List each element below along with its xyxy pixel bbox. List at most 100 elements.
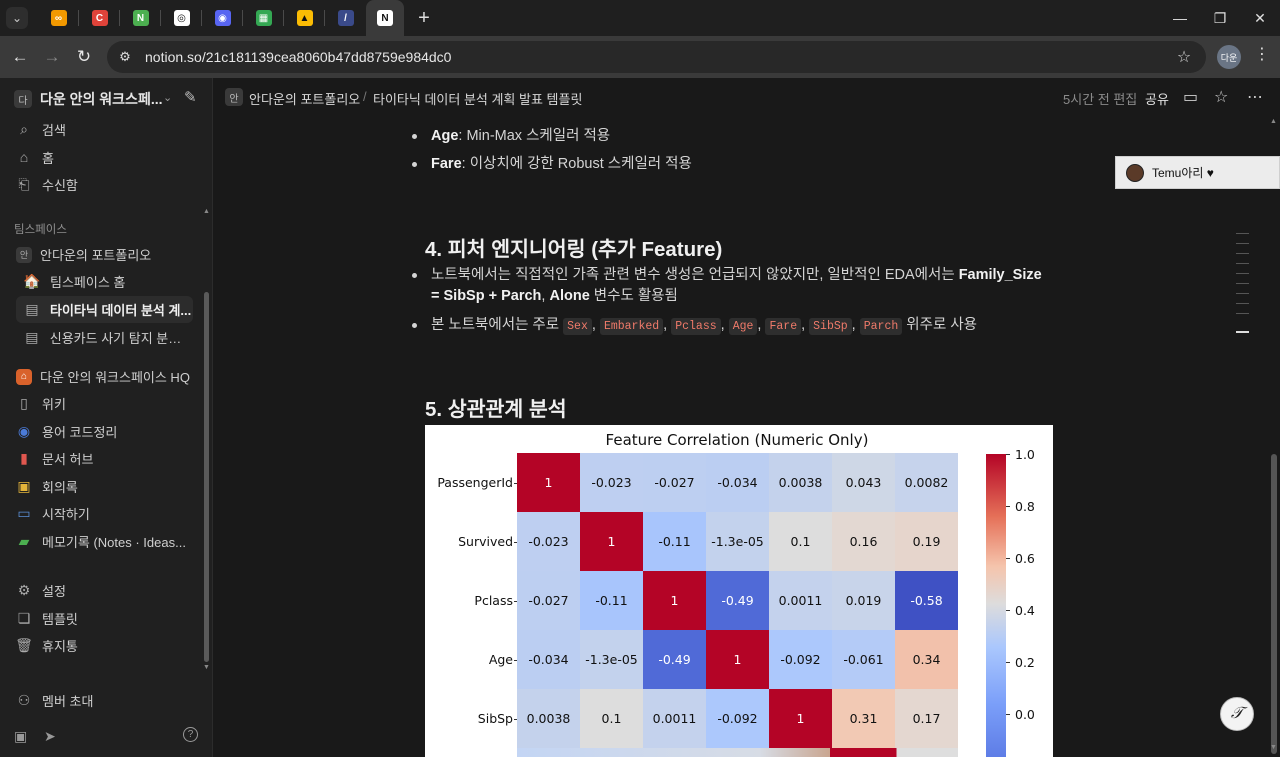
- home-page-icon: 🏠: [23, 273, 41, 289]
- sidebar-item-teamspace[interactable]: 안 안다운의 포트폴리오: [8, 241, 193, 268]
- last-edited: 5시간 전 편집: [1063, 92, 1138, 107]
- site-info-icon[interactable]: ⚙: [113, 45, 137, 69]
- heatmap-cell: -0.034: [517, 630, 580, 689]
- more-options-icon[interactable]: ⋯: [1247, 87, 1263, 107]
- browser-tab[interactable]: N: [366, 0, 404, 36]
- address-bar[interactable]: ⚙ notion.so/21c181139cea8060b47dd8759e98…: [107, 41, 1206, 73]
- reload-icon[interactable]: ↻: [68, 41, 100, 73]
- minimize-icon[interactable]: —: [1160, 0, 1200, 36]
- browser-tab[interactable]: ◎: [161, 0, 202, 36]
- sidebar-item[interactable]: 🏠 팀스페이스 홈: [16, 268, 193, 295]
- sidebar-item[interactable]: ⌂ 홈: [8, 144, 193, 171]
- bullet-text: : Min-Max 스케일러 적용: [458, 128, 611, 144]
- browser-tab[interactable]: ∞: [38, 0, 79, 36]
- outline-marker-active[interactable]: [1236, 331, 1249, 333]
- book-icon: ▯: [20, 395, 28, 411]
- outline-marker[interactable]: [1236, 273, 1249, 274]
- outline-marker[interactable]: [1236, 313, 1249, 314]
- profile-avatar[interactable]: 다운: [1217, 45, 1241, 69]
- sidebar-item[interactable]: 🗑 휴지통: [8, 632, 193, 659]
- sidebar-item-label: 타이타닉 데이터 분석 계...: [50, 303, 192, 318]
- sidebar-item[interactable]: ⎗ 수신함: [8, 171, 193, 198]
- scroll-up-icon[interactable]: ▲: [1270, 118, 1277, 125]
- browser-tab[interactable]: ◉: [202, 0, 243, 36]
- sidebar-item-label: 문서 허브: [42, 452, 94, 467]
- calendar-icon: ▣: [17, 477, 31, 494]
- new-tab-button[interactable]: +: [410, 4, 438, 32]
- sidebar-item[interactable]: ▮ 문서 허브: [8, 445, 193, 472]
- workspace-switcher[interactable]: 다 다운 안의 워크스페... ⌄ ✎: [8, 86, 205, 112]
- sidebar-item[interactable]: ❏ 템플릿: [8, 605, 193, 632]
- sidebar-item[interactable]: ⚙ 설정: [8, 577, 193, 604]
- heatmap-cell: 0.0038: [769, 453, 832, 512]
- heatmap-cell: -0.023: [517, 512, 580, 571]
- new-page-icon[interactable]: ✎: [184, 88, 197, 106]
- workspace-badge: 다: [14, 90, 32, 108]
- sidebar-item-label: 안다운의 포트폴리오: [40, 248, 152, 263]
- comment-bubble[interactable]: Temu아리 ♥: [1115, 156, 1280, 189]
- close-icon[interactable]: ✕: [1240, 0, 1280, 36]
- share-button[interactable]: 공유: [1145, 89, 1169, 108]
- breadcrumb-teamspace[interactable]: 안다운의 포트폴리오: [249, 89, 360, 108]
- browser-tab[interactable]: ▦: [243, 0, 284, 36]
- help-icon[interactable]: ?: [183, 727, 198, 742]
- back-icon[interactable]: ←: [4, 41, 36, 73]
- sidebar-scrollbar[interactable]: ▲ ▼: [203, 208, 210, 671]
- page-icon: ▤: [25, 329, 39, 345]
- outline-marker[interactable]: [1236, 283, 1249, 284]
- comments-icon[interactable]: ▭: [1183, 87, 1198, 107]
- sidebar-item[interactable]: ▤ 신용카드 사기 탐지 분석 ...: [16, 324, 193, 351]
- calendar-icon[interactable]: ▣: [14, 728, 27, 745]
- breadcrumb-page[interactable]: 타이타닉 데이터 분석 계획 발표 템플릿: [373, 89, 582, 108]
- sidebar-item[interactable]: ⌕ 검색: [8, 116, 193, 143]
- outline-marker[interactable]: [1236, 293, 1249, 294]
- browser-tab[interactable]: ▲: [284, 0, 325, 36]
- bullet-text: 본 노트북에서는 주로: [431, 317, 564, 333]
- browser-tab[interactable]: C: [79, 0, 120, 36]
- send-icon[interactable]: ➤: [44, 728, 56, 745]
- chevron-down-icon[interactable]: ⌄: [163, 91, 172, 104]
- tab-search-dropdown-icon[interactable]: ⌄: [6, 7, 28, 29]
- page-scroll-thumb[interactable]: [1271, 454, 1277, 754]
- sidebar-item[interactable]: ▤ 타이타닉 데이터 분석 계...: [16, 296, 193, 323]
- url-text[interactable]: notion.so/21c181139cea8060b47dd8759e984d…: [145, 49, 451, 65]
- sidebar-item-invite[interactable]: ⚇ 멤버 초대: [8, 687, 193, 714]
- browser-tab[interactable]: N: [120, 0, 161, 36]
- comma-separator: ,: [720, 317, 729, 333]
- restore-icon[interactable]: ❐: [1200, 0, 1240, 36]
- sidebar-item[interactable]: ▭ 시작하기: [8, 500, 193, 527]
- favorite-star-icon[interactable]: ☆: [1214, 87, 1228, 107]
- sidebar-item-hq[interactable]: ⌂ 다운 안의 워크스페이스 HQ: [8, 363, 193, 390]
- outline-marker[interactable]: [1236, 263, 1249, 264]
- heatmap-cell: 1: [643, 571, 706, 630]
- sidebar-item[interactable]: ▯ 위키: [8, 390, 193, 417]
- forward-icon[interactable]: →: [36, 41, 68, 73]
- heatmap-partial-row: [517, 748, 958, 757]
- outline-marker[interactable]: [1236, 243, 1249, 244]
- sidebar-item-label: 다운 안의 워크스페이스 HQ: [40, 370, 190, 385]
- outline-marker[interactable]: [1236, 233, 1249, 234]
- chart-title: Feature Correlation (Numeric Only): [605, 431, 869, 449]
- scroll-up-icon[interactable]: ▲: [203, 208, 210, 215]
- sidebar-item-label: 팀스페이스 홈: [50, 275, 126, 290]
- heatmap-cell: -1.3e-05: [706, 512, 769, 571]
- inline-code: Sex: [563, 318, 592, 335]
- browser-tab[interactable]: /: [325, 0, 366, 36]
- scroll-down-icon[interactable]: ▼: [203, 664, 210, 671]
- bookmark-star-icon[interactable]: ☆: [1172, 45, 1196, 69]
- heatmap-cell: -0.027: [643, 453, 706, 512]
- sidebar-item[interactable]: ▰ 메모기록 (Notes · Ideas...: [8, 528, 193, 555]
- inline-code: Embarked: [599, 318, 664, 335]
- page-scrollbar[interactable]: ▲ ▼: [1268, 116, 1280, 757]
- outline-marker[interactable]: [1236, 253, 1249, 254]
- browser-menu-icon[interactable]: ⋮: [1254, 44, 1270, 64]
- outline-marker[interactable]: [1236, 303, 1249, 304]
- sidebar-scroll-thumb[interactable]: [204, 292, 209, 662]
- colorbar-label: 0.0: [1015, 707, 1035, 722]
- notion-icon: N: [377, 10, 393, 26]
- scroll-down-icon[interactable]: ▼: [1270, 744, 1277, 751]
- ai-assistant-button[interactable]: 𝒯: [1220, 697, 1254, 731]
- sidebar-item[interactable]: ▣ 회의록: [8, 473, 193, 500]
- breadcrumb-separator: /: [363, 89, 367, 104]
- sidebar-item[interactable]: ◉ 용어 코드정리: [8, 418, 193, 445]
